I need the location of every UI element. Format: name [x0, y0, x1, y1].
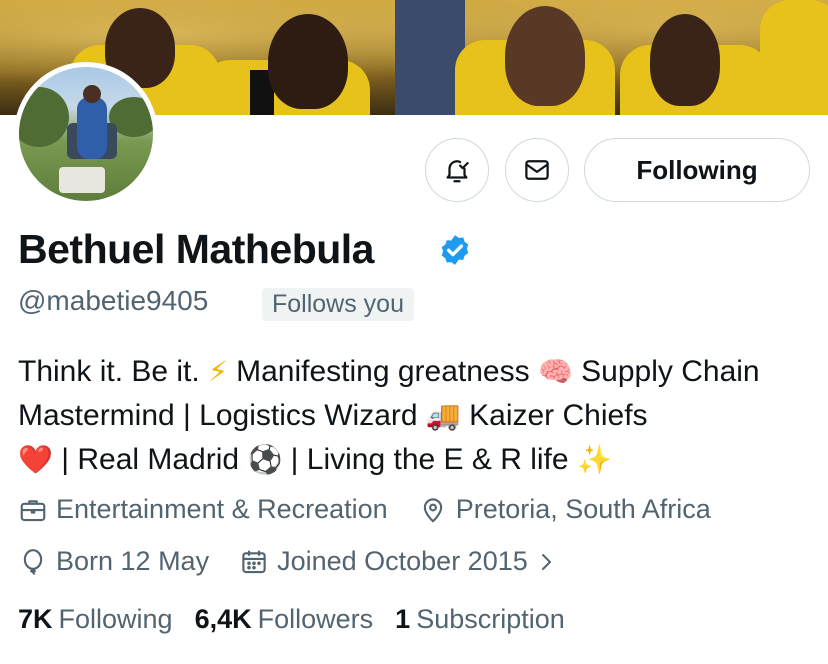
balloon-icon: [23, 548, 43, 575]
soccer-ball-emoji: ⚽: [247, 444, 283, 475]
banner-player-head: [650, 14, 720, 106]
following-count: 7K: [18, 604, 53, 634]
bio-text: Think it. Be it.: [18, 355, 200, 388]
followers-stat-label: Followers: [257, 604, 374, 634]
avatar-tree: [19, 87, 69, 147]
profile-meta-row: Entertainment & Recreation Pretoria, Sou…: [18, 494, 711, 525]
following-button[interactable]: Following: [584, 138, 810, 202]
profile-birthday: Born 12 May: [18, 546, 209, 577]
subscription-count: 1: [395, 604, 411, 634]
chevron-right-icon: [541, 553, 551, 570]
following-stat-label: Following: [58, 604, 173, 634]
notifications-button[interactable]: [425, 138, 489, 202]
subscription-stat[interactable]: 1 Subscription: [395, 604, 565, 635]
profile-category-label: Entertainment & Recreation: [56, 494, 388, 524]
profile-location: Pretoria, South Africa: [418, 494, 711, 525]
followers-stat[interactable]: 6,4K Followers: [195, 604, 374, 635]
location-pin-icon: [423, 497, 442, 522]
briefcase-icon: [20, 499, 46, 521]
followers-count: 6,4K: [194, 604, 252, 634]
banner-player-head: [268, 14, 348, 109]
subscription-stat-label: Subscription: [416, 604, 565, 634]
avatar[interactable]: [14, 62, 158, 206]
message-button[interactable]: [505, 138, 569, 202]
sparkles-emoji: ✨: [576, 444, 612, 475]
profile-meta-row: Born 12 May Joined October 2015: [18, 546, 566, 577]
lightning-emoji: ⚡: [208, 356, 228, 387]
avatar-person: [77, 97, 107, 159]
banner-player-head: [505, 6, 585, 106]
profile-location-label: Pretoria, South Africa: [455, 494, 711, 524]
bio-text: | Living the E & R life: [290, 443, 569, 476]
following-stat[interactable]: 7K Following: [18, 604, 173, 635]
bio-text: Kaizer Chiefs: [469, 399, 648, 432]
verified-badge-icon: [441, 235, 469, 265]
profile-bio: Think it. Be it. ⚡ Manifesting greatness…: [18, 350, 818, 482]
bio-text: | Real Madrid: [61, 443, 240, 476]
brain-emoji: 🧠: [537, 356, 573, 387]
profile-category: Entertainment & Recreation: [18, 494, 388, 525]
truck-emoji: 🚚: [425, 400, 461, 431]
profile-stats: 7K Following 6,4K Followers 1 Subscription: [18, 604, 587, 635]
envelope-icon: [525, 160, 549, 180]
red-heart-emoji: ❤️: [18, 444, 53, 475]
bell-check-icon: [446, 160, 469, 183]
profile-name: Bethuel Mathebula: [18, 226, 374, 272]
profile-joined-label: Joined October 2015: [277, 546, 528, 576]
follows-you-badge: Follows you: [262, 288, 414, 321]
bio-text: Manifesting greatness: [236, 355, 530, 388]
profile-birthday-label: Born 12 May: [56, 546, 210, 576]
profile-handle: @mabetie9405: [18, 285, 209, 316]
avatar-person-head: [83, 85, 101, 103]
banner-player-jersey: [760, 0, 828, 115]
avatar-cooler-box: [59, 167, 105, 193]
calendar-icon: [242, 550, 266, 573]
profile-joined[interactable]: Joined October 2015: [239, 546, 566, 577]
